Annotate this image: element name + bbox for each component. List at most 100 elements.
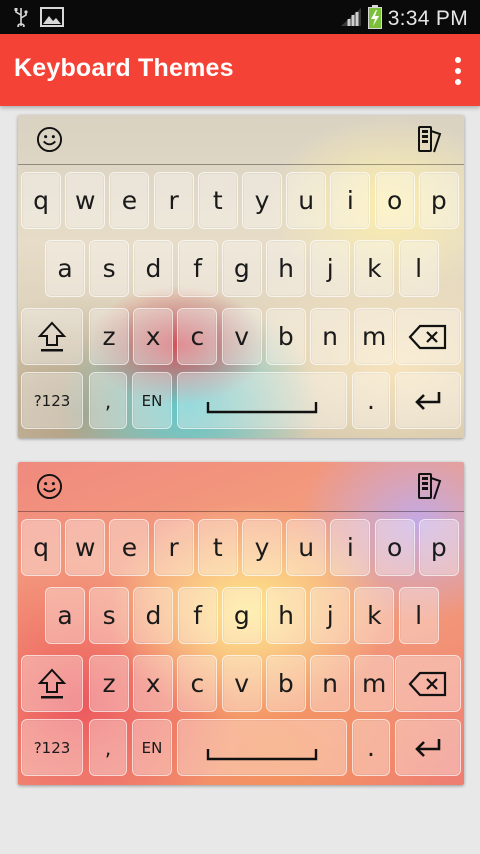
key-d-label: d <box>145 254 162 283</box>
shift-icon <box>37 320 67 354</box>
key-q[interactable]: q <box>21 172 61 229</box>
key-z[interactable]: z <box>89 308 129 365</box>
period-key[interactable]: . <box>352 719 390 776</box>
key-i-label: i <box>346 533 354 562</box>
key-c-label: c <box>190 669 205 698</box>
key-y[interactable]: y <box>242 519 282 576</box>
symbols-key[interactable]: ?123 <box>21 719 83 776</box>
key-m[interactable]: m <box>354 655 395 712</box>
key-i[interactable]: i <box>330 519 371 576</box>
key-a[interactable]: a <box>45 240 85 297</box>
key-p[interactable]: p <box>418 172 459 229</box>
key-s[interactable]: s <box>89 587 130 644</box>
key-t[interactable]: t <box>197 172 238 229</box>
key-u[interactable]: u <box>286 172 327 229</box>
key-g[interactable]: g <box>221 587 262 644</box>
key-x[interactable]: x <box>133 308 174 365</box>
key-l[interactable]: l <box>398 240 439 297</box>
language-key-label: EN <box>141 738 163 757</box>
enter-key[interactable] <box>395 372 461 429</box>
key-q[interactable]: q <box>21 519 61 576</box>
key-v[interactable]: v <box>221 308 262 365</box>
key-b-label: b <box>277 322 294 351</box>
key-e[interactable]: e <box>109 172 150 229</box>
space-key[interactable] <box>177 719 347 776</box>
shift-icon <box>37 667 67 701</box>
key-e[interactable]: e <box>109 519 150 576</box>
theme-preview-2[interactable]: q w e r t y u i o p a s d f g h j k l z x c v b n m ?123, EN. <box>18 462 464 785</box>
symbols-key[interactable]: ?123 <box>21 372 83 429</box>
key-z-label: z <box>102 669 116 698</box>
emoji-icon[interactable] <box>36 126 63 153</box>
language-key[interactable]: EN <box>132 719 172 776</box>
key-u[interactable]: u <box>286 519 327 576</box>
key-c-label: c <box>190 322 205 351</box>
key-y[interactable]: y <box>242 172 282 229</box>
key-p-label: p <box>430 533 447 562</box>
key-t-label: t <box>212 533 223 562</box>
key-o[interactable]: o <box>374 519 415 576</box>
shift-key[interactable] <box>21 308 83 365</box>
key-b[interactable]: b <box>265 655 306 712</box>
key-o-label: o <box>386 186 403 215</box>
delete-key[interactable] <box>395 308 461 365</box>
theme-palette-icon[interactable] <box>416 125 444 155</box>
key-s[interactable]: s <box>89 240 130 297</box>
comma-key[interactable]: , <box>89 719 127 776</box>
key-s-label: s <box>102 254 116 283</box>
key-z[interactable]: z <box>89 655 129 712</box>
key-m[interactable]: m <box>354 308 395 365</box>
key-x[interactable]: x <box>133 655 174 712</box>
key-w[interactable]: w <box>65 519 106 576</box>
key-c[interactable]: c <box>177 655 218 712</box>
battery-charging-icon <box>367 5 382 33</box>
key-w[interactable]: w <box>65 172 106 229</box>
key-a[interactable]: a <box>45 587 85 644</box>
key-g[interactable]: g <box>221 240 262 297</box>
key-d[interactable]: d <box>133 587 174 644</box>
key-p[interactable]: p <box>418 519 459 576</box>
emoji-icon[interactable] <box>36 473 63 500</box>
theme-palette-icon[interactable] <box>416 472 444 502</box>
key-m-label: m <box>362 669 387 698</box>
key-j[interactable]: j <box>310 240 351 297</box>
key-f[interactable]: f <box>177 240 218 297</box>
key-c[interactable]: c <box>177 308 218 365</box>
enter-key[interactable] <box>395 719 461 776</box>
overflow-menu-icon[interactable] <box>450 54 466 88</box>
key-n[interactable]: n <box>310 308 350 365</box>
key-k[interactable]: k <box>354 587 395 644</box>
key-i[interactable]: i <box>330 172 371 229</box>
theme-preview-1[interactable]: q w e r t y u i o p a s d f g h j k l z x c v b n m ?123, EN. <box>18 115 464 438</box>
shift-key[interactable] <box>21 655 83 712</box>
key-r[interactable]: r <box>153 172 194 229</box>
delete-key[interactable] <box>395 655 461 712</box>
key-d-label: d <box>145 601 162 630</box>
key-g-label: g <box>233 601 250 630</box>
space-bar-icon <box>206 400 318 414</box>
key-f[interactable]: f <box>177 587 218 644</box>
language-key[interactable]: EN <box>132 372 172 429</box>
key-h-label: h <box>278 601 294 630</box>
key-k[interactable]: k <box>354 240 395 297</box>
key-j[interactable]: j <box>310 587 351 644</box>
key-u-label: u <box>298 533 315 562</box>
comma-key[interactable]: , <box>89 372 127 429</box>
key-d[interactable]: d <box>133 240 174 297</box>
key-n[interactable]: n <box>310 655 350 712</box>
key-b-label: b <box>277 669 294 698</box>
usb-icon <box>14 7 28 31</box>
key-o[interactable]: o <box>374 172 415 229</box>
key-t[interactable]: t <box>197 519 238 576</box>
key-h[interactable]: h <box>266 587 306 644</box>
key-l[interactable]: l <box>398 587 439 644</box>
space-key[interactable] <box>177 372 347 429</box>
enter-icon <box>413 737 443 759</box>
key-s-label: s <box>102 601 116 630</box>
key-b[interactable]: b <box>265 308 306 365</box>
key-r[interactable]: r <box>153 519 194 576</box>
key-h[interactable]: h <box>266 240 306 297</box>
period-key[interactable]: . <box>352 372 390 429</box>
key-v[interactable]: v <box>221 655 262 712</box>
key-f-label: f <box>193 254 202 283</box>
